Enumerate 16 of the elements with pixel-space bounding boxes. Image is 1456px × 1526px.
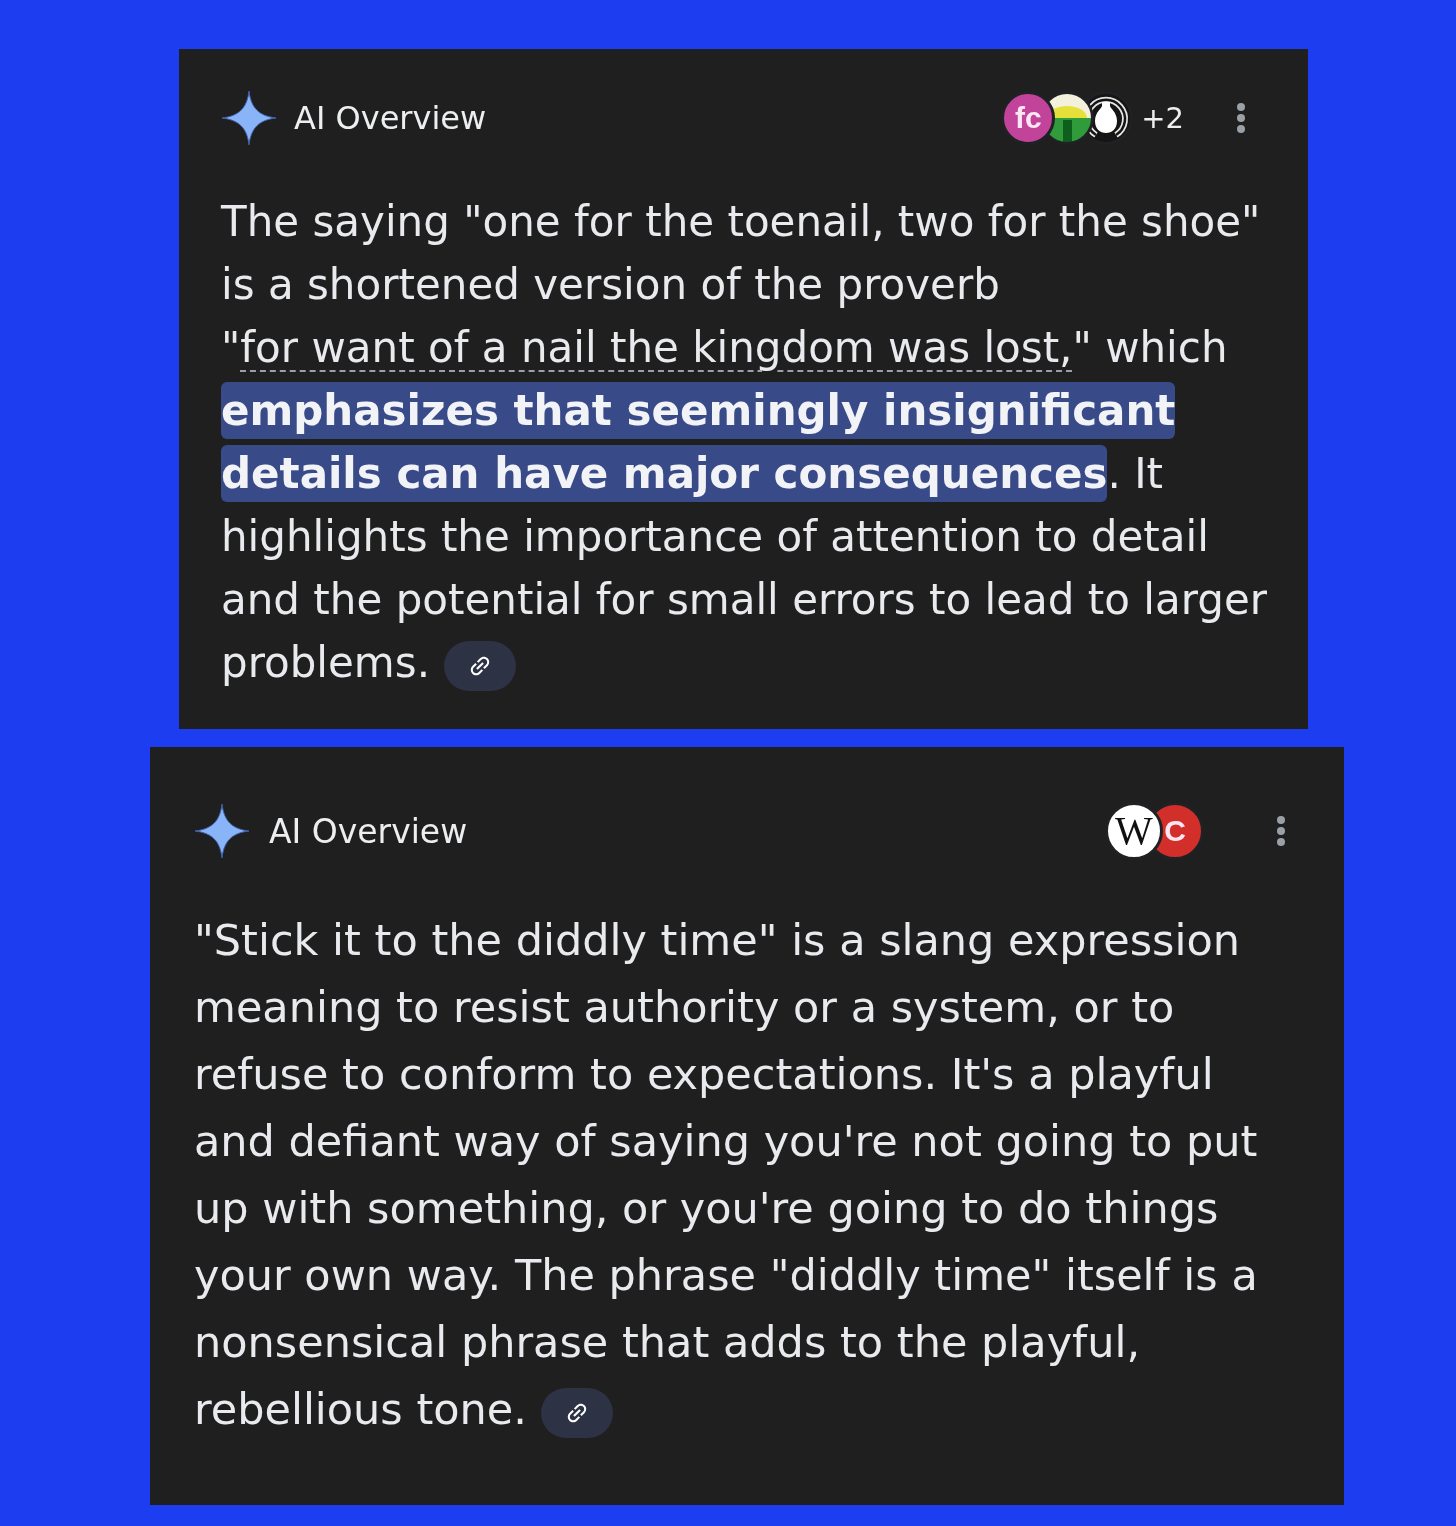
more-options-icon [1236, 102, 1246, 134]
quote-link[interactable]: for want of a nail the kingdom was lost, [240, 323, 1073, 372]
overview-text: "Stick it to the diddly time" is a slang expression meaning to resist authority or a system, or to refuse to conform to expectations. It's a playful and defiant way of saying you're not going to put up with something, or you're going to do things your own way. The phrase "diddly time" itself is a nonsensical phrase that adds to the playful, rebellious tone. [194, 907, 1300, 1443]
source-link-button[interactable] [444, 640, 516, 691]
source-logo: fc [1001, 91, 1056, 145]
source-logo: W [1105, 802, 1163, 860]
source-link-button[interactable] [540, 1387, 613, 1438]
more-options-icon [1276, 815, 1286, 847]
more-options-button[interactable] [1276, 815, 1286, 847]
sparkle-icon [221, 90, 277, 146]
more-options-button[interactable] [1236, 102, 1246, 134]
overview-text: The saying "one for the toenail, two for the shoe" is a shortened version of the proverb "for want of a nail the kingdom was lost," which emphasizes that seemingly insignificant details can have major consequences. It highlights the importance of attention to detail and the potential for small errors to lead to larger problems. [221, 190, 1278, 694]
overview-title: AI Overview [294, 99, 487, 137]
overview-title: AI Overview [269, 811, 468, 851]
sparkle-icon [194, 803, 250, 859]
more-sources-count: +2 [1141, 101, 1184, 135]
